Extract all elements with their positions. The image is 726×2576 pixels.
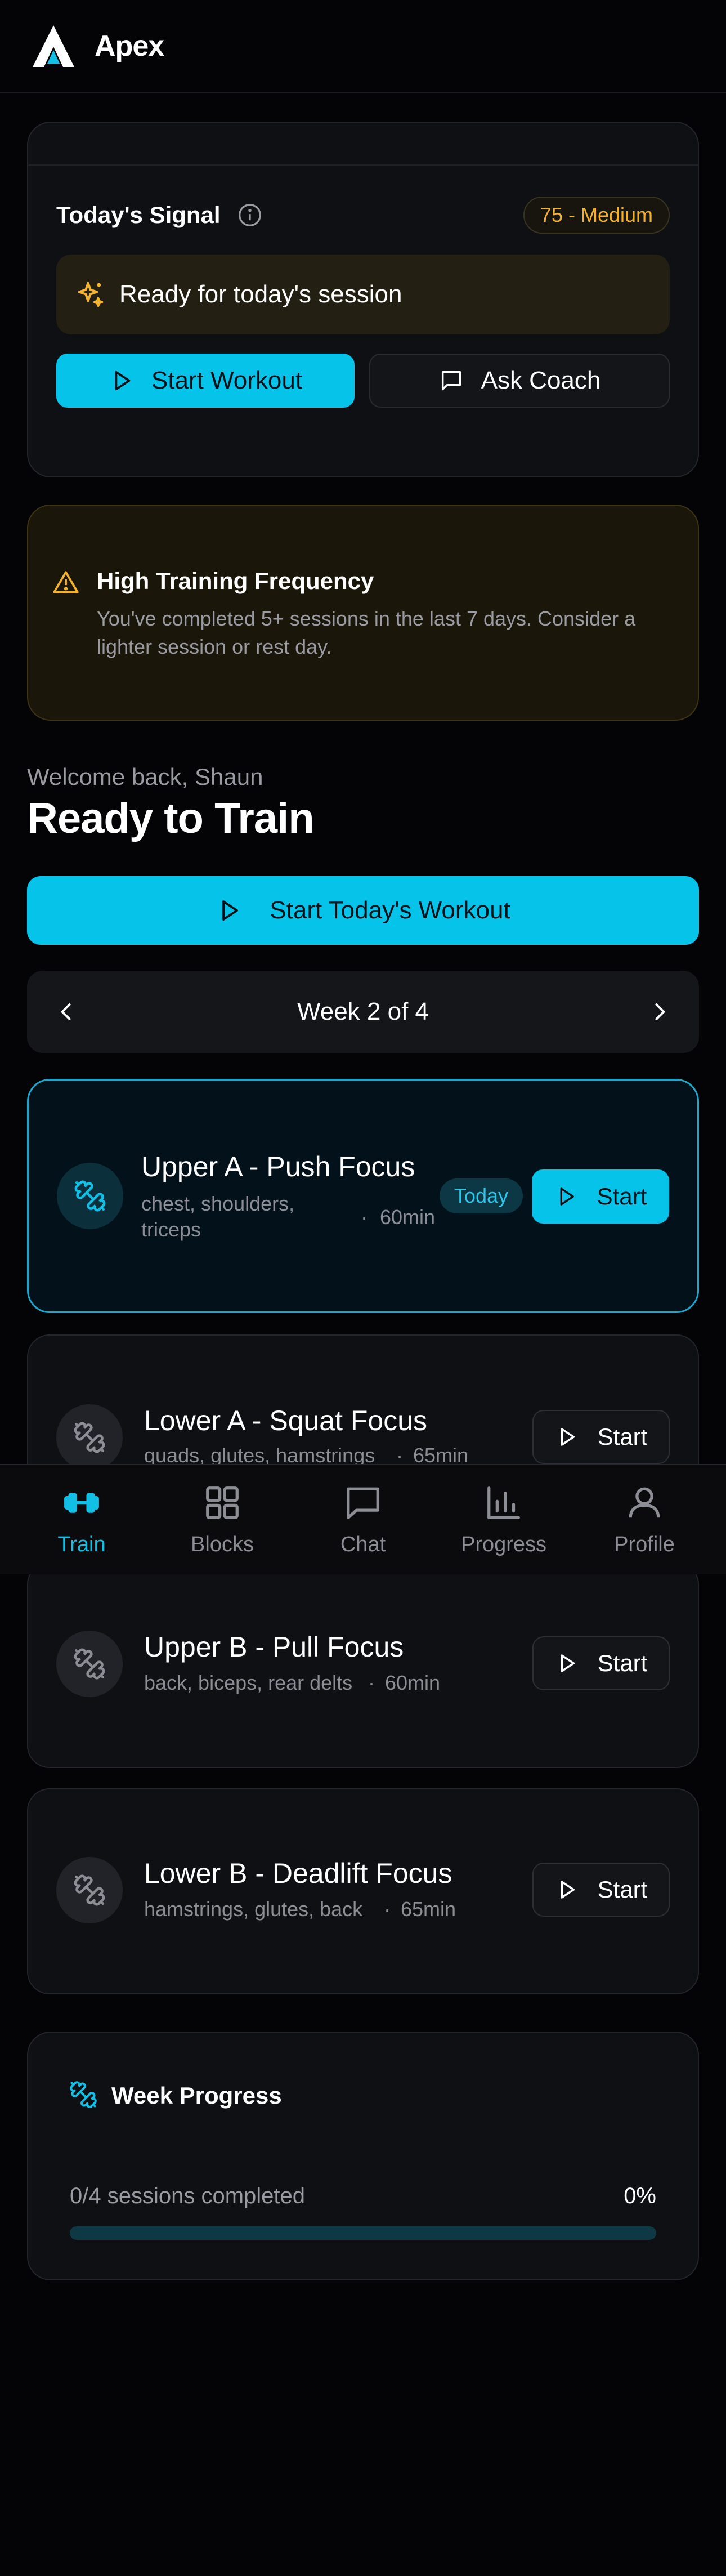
app-header: Apex [0,0,726,93]
app-name: Apex [95,30,164,62]
signal-title: Today's Signal [56,202,221,228]
workout-title: Upper A - Push Focus [141,1151,415,1182]
workout-muscles: hamstrings, glutes, back [144,1898,363,1921]
workout-card[interactable]: Upper B - Pull Focus back, biceps, rear … [27,1562,699,1768]
nav-item-progress[interactable]: Progress [442,1483,566,1557]
dumbbell-icon [74,1874,105,1906]
apex-logo-icon [33,25,74,67]
progress-bar [70,2226,656,2240]
dumbbell-icon [74,1422,105,1453]
chat-icon [347,1487,379,1519]
user-icon [629,1487,660,1517]
workout-icon-circle [56,1857,123,1923]
ready-banner: Ready for today's session [56,255,670,334]
start-button[interactable]: Start [532,1169,669,1224]
start-today-label: Start Today's Workout [270,896,510,924]
meta-separator: · [384,1898,391,1921]
workout-icon-circle [57,1163,123,1229]
ask-coach-button[interactable]: Ask Coach [369,354,670,408]
chevron-left-icon[interactable] [54,999,79,1024]
dumbbell-icon [74,1180,106,1212]
play-icon [560,1187,574,1206]
chat-icon [441,370,461,391]
nav-label: Train [57,1532,106,1556]
bottom-nav: Train Blocks Chat Progress Profile [0,1464,726,1574]
bar-chart-icon [487,1486,520,1519]
week-progress-title: Week Progress [111,2082,282,2109]
sessions-completed: 0/4 sessions completed [70,2184,306,2208]
play-icon [561,1654,575,1672]
warning-body: You've completed 5+ sessions in the last… [97,607,636,658]
start-label: Start [597,1183,647,1209]
play-icon [561,1428,575,1446]
divider [28,164,698,166]
signal-score-badge: 75 - Medium [523,197,670,234]
workout-title: Lower A - Squat Focus [144,1405,428,1436]
start-button[interactable]: Start [532,1636,670,1690]
warning-title: High Training Frequency [97,568,374,594]
start-label: Start [597,1650,648,1676]
nav-item-blocks[interactable]: Blocks [160,1483,284,1557]
ask-coach-label: Ask Coach [481,367,601,394]
nav-item-train[interactable]: Train [20,1483,144,1557]
sparkle-icon [78,282,104,307]
start-label: Start [597,1423,648,1450]
signal-title-row: Today's Signal 75 - Medium [56,196,670,234]
workout-title: Lower B - Deadlift Focus [144,1858,452,1889]
start-label: Start [597,1876,648,1903]
grid-icon [206,1486,239,1519]
ready-status-text: Ready for today's session [119,280,402,308]
nav-label: Progress [460,1532,547,1556]
start-button[interactable]: Start [532,1863,670,1917]
workout-duration: 60min [385,1671,441,1694]
welcome-subtitle: Welcome back, Shaun [27,764,263,790]
play-icon [561,1881,575,1899]
nav-label: Chat [340,1532,386,1556]
start-button[interactable]: Start [532,1410,670,1464]
workout-card[interactable]: Lower B - Deadlift Focus hamstrings, glu… [27,1788,699,1994]
workout-title: Upper B - Pull Focus [144,1631,404,1663]
dumbbell-icon [74,1648,105,1680]
info-icon[interactable] [237,203,262,227]
nav-label: Blocks [191,1532,254,1556]
nav-item-chat[interactable]: Chat [301,1483,425,1557]
nav-label: Profile [614,1532,675,1556]
signal-actions: Start Workout Ask Coach [56,354,670,408]
workout-muscles: back, biceps, rear delts [144,1671,353,1694]
workout-icon-circle [56,1631,123,1697]
week-label: Week 2 of 4 [297,998,429,1025]
dumbbell-icon [70,2081,97,2108]
start-workout-button[interactable]: Start Workout [56,354,355,408]
week-navigator: Week 2 of 4 [27,971,699,1053]
workout-card[interactable]: Upper A - Push Focus chest, shoulders, t… [27,1079,699,1313]
progress-percent: 0% [624,2184,656,2208]
workout-muscles: chest, shoulders, triceps [141,1192,295,1241]
today-badge: Today [439,1178,523,1213]
workout-duration: 65min [401,1898,456,1921]
warning-icon [53,571,79,593]
workout-duration: 60min [380,1206,436,1229]
week-progress-card: Week Progress 0/4 sessions completed 0% [27,2032,699,2280]
training-frequency-warning: High Training Frequency You've completed… [27,505,699,721]
workout-icon-circle [56,1404,123,1471]
start-workout-label: Start Workout [151,367,303,394]
dumbbell-icon [64,1492,99,1513]
start-today-workout-button[interactable]: Start Today's Workout [27,876,699,945]
nav-item-profile[interactable]: Profile [582,1483,706,1557]
page-title: Ready to Train [27,794,315,842]
chevron-right-icon[interactable] [647,999,672,1024]
meta-separator: · [368,1671,375,1694]
play-icon [222,900,239,921]
signal-card: Today's Signal 75 - Medium Ready for tod… [27,122,699,477]
play-icon [115,370,131,391]
meta-separator: · [361,1206,368,1229]
